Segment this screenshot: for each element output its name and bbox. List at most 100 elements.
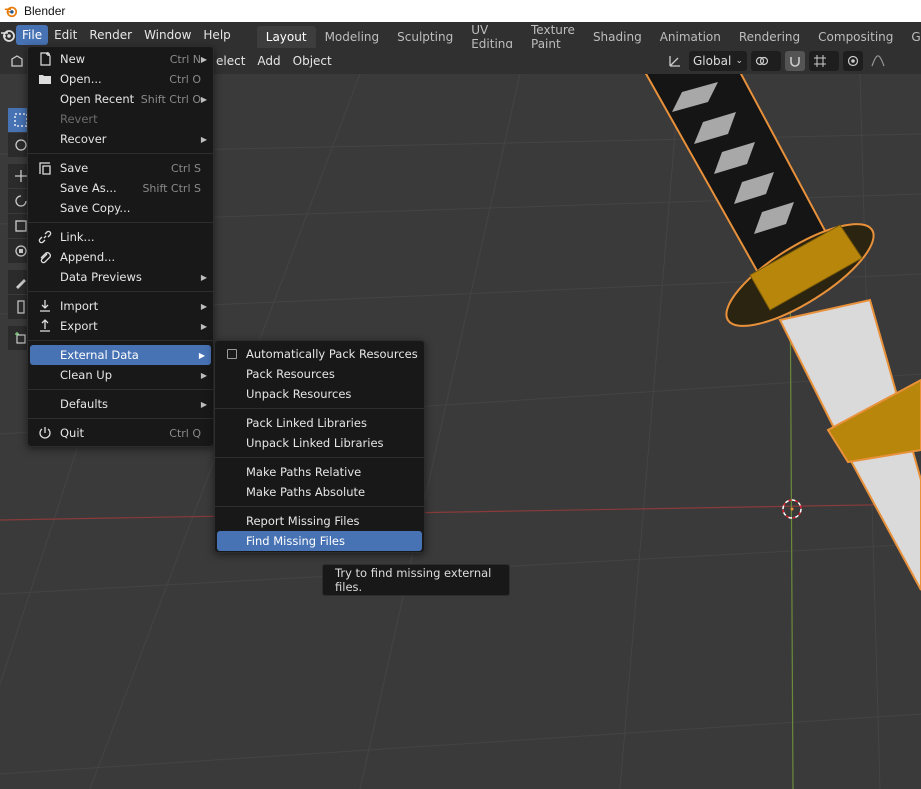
menu-item-auto-pack-resources[interactable]: Automatically Pack Resources (215, 344, 424, 364)
menu-item-label: Find Missing Files (246, 534, 345, 548)
menu-separator (28, 153, 213, 154)
menu-item-open[interactable]: Open... Ctrl O (28, 69, 213, 89)
magnet-icon (790, 57, 800, 67)
submenu-arrow-icon: ▶ (200, 94, 207, 104)
scale-icon (15, 220, 27, 232)
snap-toggle[interactable] (785, 51, 805, 71)
file-menu: New Ctrl N ▶ Open... Ctrl O Open Recent … (27, 46, 214, 447)
tooltip-text: Try to find missing external files. (335, 566, 492, 594)
menu-item-save-copy[interactable]: Save Copy... (28, 198, 213, 218)
menu-item-unpack-resources[interactable]: Unpack Resources (215, 384, 424, 404)
menu-item-label: Save Copy... (60, 201, 131, 215)
menu-item-label: Save As... (60, 181, 117, 195)
workspace-tabs: Layout Modeling Sculpting UV Editing Tex… (256, 22, 921, 51)
menu-item-label: Save (60, 161, 89, 175)
menu-item-import[interactable]: Import ▶ (28, 296, 213, 316)
menu-item-pack-resources[interactable]: Pack Resources (215, 364, 424, 384)
menu-item-external-data[interactable]: External Data ▶ (30, 345, 211, 365)
viewport-menu-select[interactable]: elect (210, 54, 251, 68)
menu-item-open-recent[interactable]: Open Recent Shift Ctrl O ▶ (28, 89, 213, 109)
menu-item-label: Quit (60, 426, 85, 440)
menu-item-find-missing-files[interactable]: Find Missing Files (217, 531, 422, 551)
menu-item-label: Report Missing Files (246, 514, 360, 528)
power-icon (39, 427, 51, 439)
save-icon (39, 162, 51, 175)
menu-item-label: Open Recent (60, 92, 135, 106)
proportional-edit-toggle[interactable] (843, 51, 863, 71)
menu-item-save[interactable]: Save Ctrl S (28, 158, 213, 178)
submenu-arrow-icon: ▶ (200, 301, 207, 311)
menu-item-label: Recover (60, 132, 107, 146)
viewport-menu-add[interactable]: Add (251, 54, 286, 68)
submenu-arrow-icon: ▶ (200, 272, 207, 282)
menu-render[interactable]: Render (83, 25, 138, 45)
menu-item-quit[interactable]: Quit Ctrl Q (28, 423, 213, 443)
menu-item-clean-up[interactable]: Clean Up ▶ (28, 365, 213, 385)
menu-item-defaults[interactable]: Defaults ▶ (28, 394, 213, 414)
move-icon (15, 170, 27, 182)
menu-item-append[interactable]: Append... (28, 247, 213, 267)
menu-file[interactable]: File (16, 25, 49, 45)
menu-item-unpack-linked-libraries[interactable]: Unpack Linked Libraries (215, 433, 424, 453)
tab-compositing[interactable]: Compositing (809, 26, 902, 48)
menu-item-report-missing-files[interactable]: Report Missing Files (215, 511, 424, 531)
submenu-arrow-icon: ▶ (198, 350, 205, 360)
menu-separator (28, 418, 213, 419)
blender-menu-icon[interactable] (0, 22, 16, 48)
menu-item-save-as[interactable]: Save As... Shift Ctrl S (28, 178, 213, 198)
menu-edit[interactable]: Edit (48, 25, 83, 45)
tab-texture-paint[interactable]: Texture Paint (522, 23, 584, 51)
transform-icon (15, 245, 27, 257)
menu-item-shortcut: Shift Ctrl S (142, 181, 201, 195)
pencil-icon (16, 279, 26, 289)
menu-item-make-paths-relative[interactable]: Make Paths Relative (215, 462, 424, 482)
menu-item-pack-linked-libraries[interactable]: Pack Linked Libraries (215, 413, 424, 433)
snap-target-dropdown[interactable] (809, 51, 839, 71)
pivot-point-dropdown[interactable] (751, 51, 781, 71)
rotate-icon (15, 195, 27, 207)
tab-layout[interactable]: Layout (256, 26, 316, 48)
submenu-arrow-icon: ▶ (200, 399, 207, 409)
menu-help[interactable]: Help (197, 25, 236, 45)
external-data-submenu: Automatically Pack Resources Pack Resour… (214, 340, 425, 553)
tab-animation[interactable]: Animation (651, 26, 730, 48)
menu-item-label: External Data (60, 348, 139, 362)
menu-item-new[interactable]: New Ctrl N ▶ (28, 49, 213, 69)
tab-uv-editing[interactable]: UV Editing (462, 23, 522, 51)
menu-item-label: Automatically Pack Resources (246, 347, 418, 361)
menu-item-link[interactable]: Link... (28, 227, 213, 247)
append-icon (40, 252, 51, 264)
transform-orientation-value: Global (693, 54, 732, 68)
cursor-icon (15, 139, 27, 151)
menu-item-make-paths-absolute[interactable]: Make Paths Absolute (215, 482, 424, 502)
menu-item-export[interactable]: Export ▶ (28, 316, 213, 336)
top-menu-bar: File Edit Render Window Help Layout Mode… (0, 22, 921, 51)
menu-item-data-previews[interactable]: Data Previews ▶ (28, 267, 213, 287)
menu-item-label: Append... (60, 250, 116, 264)
menu-item-label: Import (60, 299, 99, 313)
menu-separator (28, 222, 213, 223)
menu-item-label: Open... (60, 72, 102, 86)
transform-orientation-dropdown[interactable]: Global ⌄ (689, 51, 747, 71)
3d-cursor-icon[interactable] (780, 497, 804, 521)
pivot-icon (755, 56, 769, 66)
menu-separator (28, 291, 213, 292)
import-icon (40, 300, 50, 312)
menu-item-label: Make Paths Relative (246, 465, 362, 479)
auto-pack-checkbox[interactable] (227, 349, 237, 359)
tab-modeling[interactable]: Modeling (316, 26, 389, 48)
tab-shading[interactable]: Shading (584, 26, 651, 48)
link-icon (38, 230, 52, 244)
menu-window[interactable]: Window (138, 25, 197, 45)
tooltip: Try to find missing external files. (322, 564, 510, 596)
tab-rendering[interactable]: Rendering (730, 26, 809, 48)
tab-geometry[interactable]: Geome (902, 26, 921, 48)
submenu-arrow-icon: ▶ (200, 321, 207, 331)
menu-item-shortcut: Ctrl N (169, 52, 201, 66)
falloff-dropdown[interactable] (867, 51, 897, 71)
tab-sculpting[interactable]: Sculpting (388, 26, 462, 48)
menu-item-recover[interactable]: Recover ▶ (28, 129, 213, 149)
viewport-menu-object[interactable]: Object (287, 54, 338, 68)
transform-orientation-icon (665, 51, 685, 71)
blender-logo-icon (4, 6, 18, 18)
